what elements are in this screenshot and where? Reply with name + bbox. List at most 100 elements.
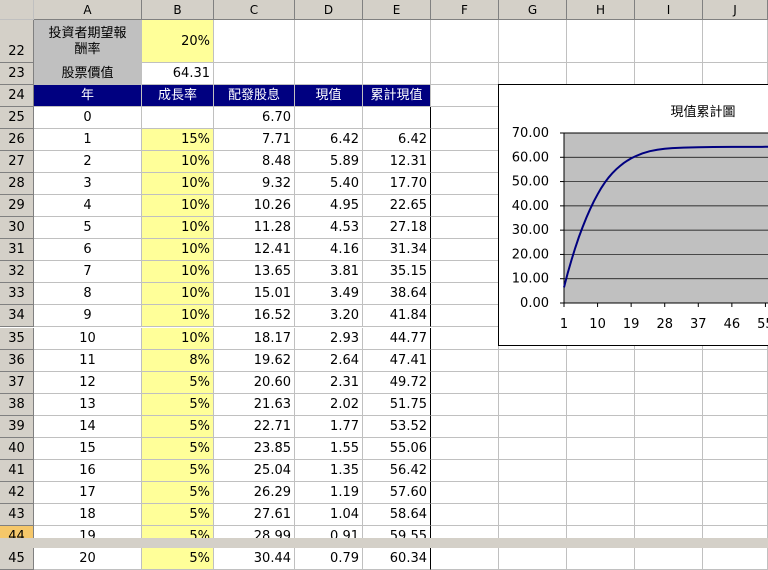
dividend-cell[interactable]: 25.04	[214, 459, 295, 482]
year-cell[interactable]: 10	[34, 327, 142, 350]
present-value-cell[interactable]: 3.20	[295, 305, 363, 328]
empty-cell[interactable]	[635, 63, 703, 85]
empty-cell[interactable]	[567, 481, 635, 504]
empty-cell[interactable]	[431, 85, 499, 107]
row-header-23[interactable]: 23	[0, 63, 34, 85]
empty-cell[interactable]	[567, 20, 635, 63]
cumulative-value-cell[interactable]: 49.72	[363, 371, 431, 394]
empty-cell[interactable]	[499, 459, 567, 482]
cumulative-value-cell[interactable]: 60.34	[363, 548, 431, 570]
row-header-38[interactable]: 38	[0, 393, 34, 416]
row-header-26[interactable]: 26	[0, 129, 34, 152]
empty-cell[interactable]	[363, 20, 431, 63]
cumulative-value-cell[interactable]: 51.75	[363, 393, 431, 416]
present-value-cell[interactable]: 2.31	[295, 371, 363, 394]
empty-cell[interactable]	[431, 129, 499, 152]
empty-cell[interactable]	[567, 459, 635, 482]
row-header-34[interactable]: 34	[0, 305, 34, 328]
empty-cell[interactable]	[431, 481, 499, 504]
present-value-cell[interactable]	[295, 107, 363, 130]
empty-cell[interactable]	[635, 415, 703, 438]
row-header-39[interactable]: 39	[0, 415, 34, 438]
row-header-37[interactable]: 37	[0, 371, 34, 394]
dividend-cell[interactable]: 22.71	[214, 415, 295, 438]
dividend-cell[interactable]: 9.32	[214, 173, 295, 196]
dividend-cell[interactable]: 6.70	[214, 107, 295, 130]
expected-return-label[interactable]: 投資者期望報 酬率	[34, 20, 142, 63]
growth-cell[interactable]: 5%	[142, 481, 214, 504]
empty-cell[interactable]	[431, 261, 499, 284]
empty-cell[interactable]	[431, 107, 499, 130]
empty-cell[interactable]	[431, 20, 499, 63]
dividend-cell[interactable]: 8.48	[214, 151, 295, 174]
empty-cell[interactable]	[431, 548, 499, 570]
year-cell[interactable]: 0	[34, 107, 142, 130]
empty-cell[interactable]	[567, 503, 635, 526]
year-cell[interactable]: 20	[34, 548, 142, 570]
present-value-cell[interactable]: 4.53	[295, 217, 363, 240]
column-header-c[interactable]: C	[214, 0, 295, 20]
growth-cell[interactable]: 5%	[142, 415, 214, 438]
cumulative-value-cell[interactable]: 53.52	[363, 415, 431, 438]
dividend-cell[interactable]: 13.65	[214, 261, 295, 284]
dividend-cell[interactable]: 20.60	[214, 371, 295, 394]
empty-cell[interactable]	[635, 481, 703, 504]
row-header-40[interactable]: 40	[0, 437, 34, 460]
cumulative-value-cell[interactable]: 22.65	[363, 195, 431, 218]
empty-cell[interactable]	[499, 415, 567, 438]
column-header-j[interactable]: J	[703, 0, 768, 20]
empty-cell[interactable]	[499, 63, 567, 85]
empty-cell[interactable]	[635, 503, 703, 526]
growth-cell[interactable]: 10%	[142, 195, 214, 218]
year-cell[interactable]: 7	[34, 261, 142, 284]
empty-cell[interactable]	[703, 20, 768, 63]
empty-cell[interactable]	[567, 63, 635, 85]
column-header-b[interactable]: B	[142, 0, 214, 20]
growth-cell[interactable]: 8%	[142, 349, 214, 372]
empty-cell[interactable]	[499, 503, 567, 526]
growth-cell[interactable]: 5%	[142, 393, 214, 416]
row-header-29[interactable]: 29	[0, 195, 34, 218]
empty-cell[interactable]	[567, 349, 635, 372]
cumulative-value-cell[interactable]: 38.64	[363, 283, 431, 306]
present-value-cell[interactable]: 1.77	[295, 415, 363, 438]
row-header-41[interactable]: 41	[0, 459, 34, 482]
empty-cell[interactable]	[567, 371, 635, 394]
dividend-cell[interactable]: 16.52	[214, 305, 295, 328]
present-value-cell[interactable]: 5.40	[295, 173, 363, 196]
column-header-a[interactable]: A	[34, 0, 142, 20]
year-cell[interactable]: 4	[34, 195, 142, 218]
year-cell[interactable]: 15	[34, 437, 142, 460]
empty-cell[interactable]	[431, 239, 499, 262]
empty-cell[interactable]	[703, 459, 768, 482]
cumulative-value-cell[interactable]: 44.77	[363, 327, 431, 350]
empty-cell[interactable]	[499, 548, 567, 570]
empty-cell[interactable]	[431, 151, 499, 174]
growth-cell[interactable]: 5%	[142, 437, 214, 460]
year-cell[interactable]: 14	[34, 415, 142, 438]
empty-cell[interactable]	[635, 20, 703, 63]
present-value-cell[interactable]: 1.55	[295, 437, 363, 460]
empty-cell[interactable]	[703, 503, 768, 526]
dividend-cell[interactable]: 15.01	[214, 283, 295, 306]
present-value-cell[interactable]: 4.95	[295, 195, 363, 218]
empty-cell[interactable]	[567, 415, 635, 438]
row-header-31[interactable]: 31	[0, 239, 34, 262]
empty-cell[interactable]	[499, 349, 567, 372]
cumulative-value-cell[interactable]: 35.15	[363, 261, 431, 284]
empty-cell[interactable]	[499, 437, 567, 460]
row-header-36[interactable]: 36	[0, 349, 34, 372]
year-cell[interactable]: 8	[34, 283, 142, 306]
dividend-cell[interactable]: 10.26	[214, 195, 295, 218]
column-header-g[interactable]: G	[499, 0, 567, 20]
column-header-f[interactable]: F	[431, 0, 499, 20]
empty-cell[interactable]	[295, 20, 363, 63]
growth-cell[interactable]: 10%	[142, 173, 214, 196]
expected-return-cell[interactable]: 20%	[142, 20, 214, 63]
year-cell[interactable]: 13	[34, 393, 142, 416]
select-all-corner[interactable]	[0, 0, 34, 20]
present-value-cell[interactable]: 4.16	[295, 239, 363, 262]
present-value-cell[interactable]: 3.81	[295, 261, 363, 284]
empty-cell[interactable]	[431, 393, 499, 416]
cumulative-value-cell[interactable]: 57.60	[363, 481, 431, 504]
